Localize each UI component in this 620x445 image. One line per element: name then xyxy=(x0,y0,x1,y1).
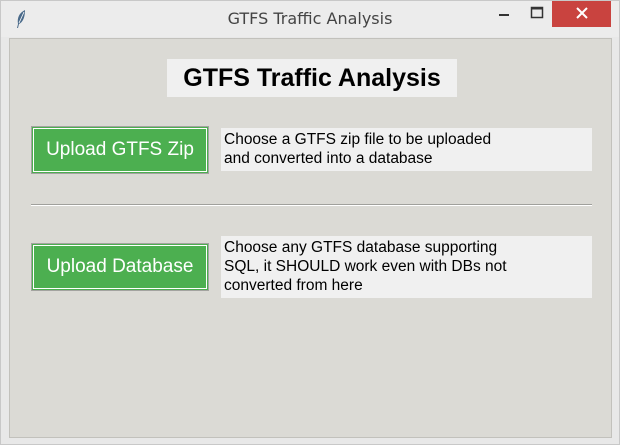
close-icon xyxy=(575,5,589,24)
app-window: GTFS Traffic Analysis GTFS Traffic Analy… xyxy=(0,0,620,445)
upload-database-button[interactable]: Upload Database xyxy=(31,243,209,291)
main-panel: GTFS Traffic Analysis Upload GTFS Zip Ch… xyxy=(9,38,612,438)
upload-gtfs-zip-button[interactable]: Upload GTFS Zip xyxy=(31,126,209,174)
minimize-button[interactable] xyxy=(485,1,523,27)
minimize-icon xyxy=(497,5,511,24)
upload-database-description: Choose any GTFS database supporting SQL,… xyxy=(221,236,592,298)
description-line: Choose any GTFS database supporting xyxy=(224,239,498,256)
maximize-icon xyxy=(530,5,544,24)
separator xyxy=(31,204,592,206)
description-line: converted from here xyxy=(224,277,363,294)
page-title: GTFS Traffic Analysis xyxy=(167,59,457,97)
close-button[interactable] xyxy=(552,1,611,27)
upload-zip-description: Choose a GTFS zip file to be uploaded an… xyxy=(221,128,592,171)
description-line: SQL, it SHOULD work even with DBs not xyxy=(224,258,507,275)
maximize-button[interactable] xyxy=(519,1,555,27)
description-line: Choose a GTFS zip file to be uploaded xyxy=(224,131,492,148)
title-bar[interactable]: GTFS Traffic Analysis xyxy=(1,1,619,37)
description-line: and converted into a database xyxy=(224,150,433,167)
